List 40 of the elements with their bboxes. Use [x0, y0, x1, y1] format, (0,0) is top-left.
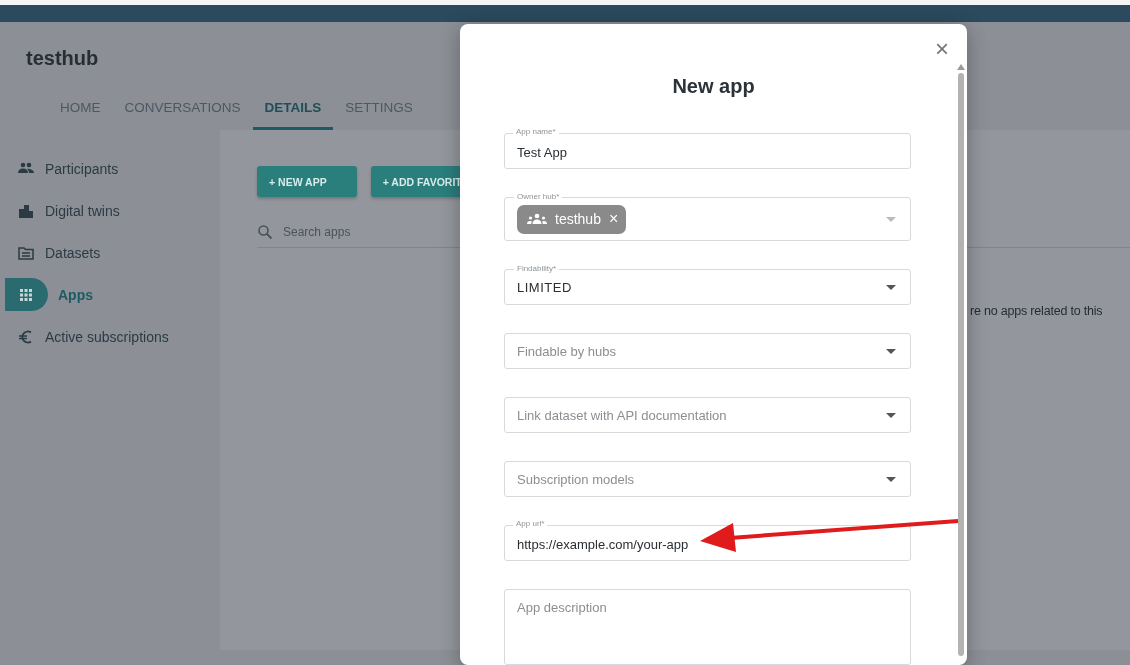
caret-icon — [886, 412, 896, 418]
action-button[interactable]: + NEW APP — [257, 166, 357, 197]
hub-title: testhub — [26, 46, 99, 70]
placeholder-text: Subscription models — [517, 471, 635, 487]
caret-icon — [886, 348, 896, 354]
tab[interactable]: CONVERSATIONS — [112, 94, 253, 130]
sidebar-item[interactable]: Participants — [0, 152, 220, 185]
field-label: App url* — [513, 518, 548, 530]
sidebar-item[interactable]: Datasets — [0, 236, 220, 269]
remove-chip-button[interactable]: × — [608, 211, 619, 227]
field-label: Findability* — [514, 263, 560, 275]
tab[interactable]: SETTINGS — [333, 94, 425, 130]
empty-message: re no apps related to this — [970, 304, 1103, 318]
dropdown-field[interactable]: Findable by hubs — [504, 333, 911, 369]
buildings-icon — [18, 202, 34, 219]
folder-icon — [18, 244, 34, 261]
text-area[interactable]: App description — [504, 589, 911, 665]
selected-value: LIMITED — [517, 279, 572, 295]
search-icon — [257, 224, 273, 240]
scrollbar[interactable] — [957, 64, 965, 656]
chip[interactable]: testhub × — [517, 204, 627, 234]
placeholder-text: Findable by hubs — [517, 343, 616, 359]
tab[interactable]: HOME — [48, 94, 113, 130]
scroll-up-icon[interactable] — [957, 64, 965, 70]
euro-icon — [18, 328, 34, 345]
field-label: App name* — [513, 126, 559, 138]
caret-icon — [886, 284, 896, 290]
grid-icon — [18, 286, 34, 303]
caret-icon — [886, 216, 896, 222]
search-field[interactable]: Search apps — [283, 225, 433, 239]
close-button[interactable]: × — [933, 38, 951, 60]
sidebar-item[interactable]: Digital twins — [0, 194, 220, 227]
caret-icon — [886, 476, 896, 482]
sidebar-item[interactable]: Apps — [5, 278, 220, 311]
group-icon — [527, 213, 547, 225]
placeholder-text: Link dataset with API documentation — [517, 407, 727, 423]
dropdown-field[interactable]: Subscription models — [504, 461, 911, 497]
sidebar-item[interactable]: Active subscriptions — [0, 320, 220, 353]
dropdown-field[interactable]: Link dataset with API documentation — [504, 397, 911, 433]
dialog-title: New app — [671, 75, 756, 99]
